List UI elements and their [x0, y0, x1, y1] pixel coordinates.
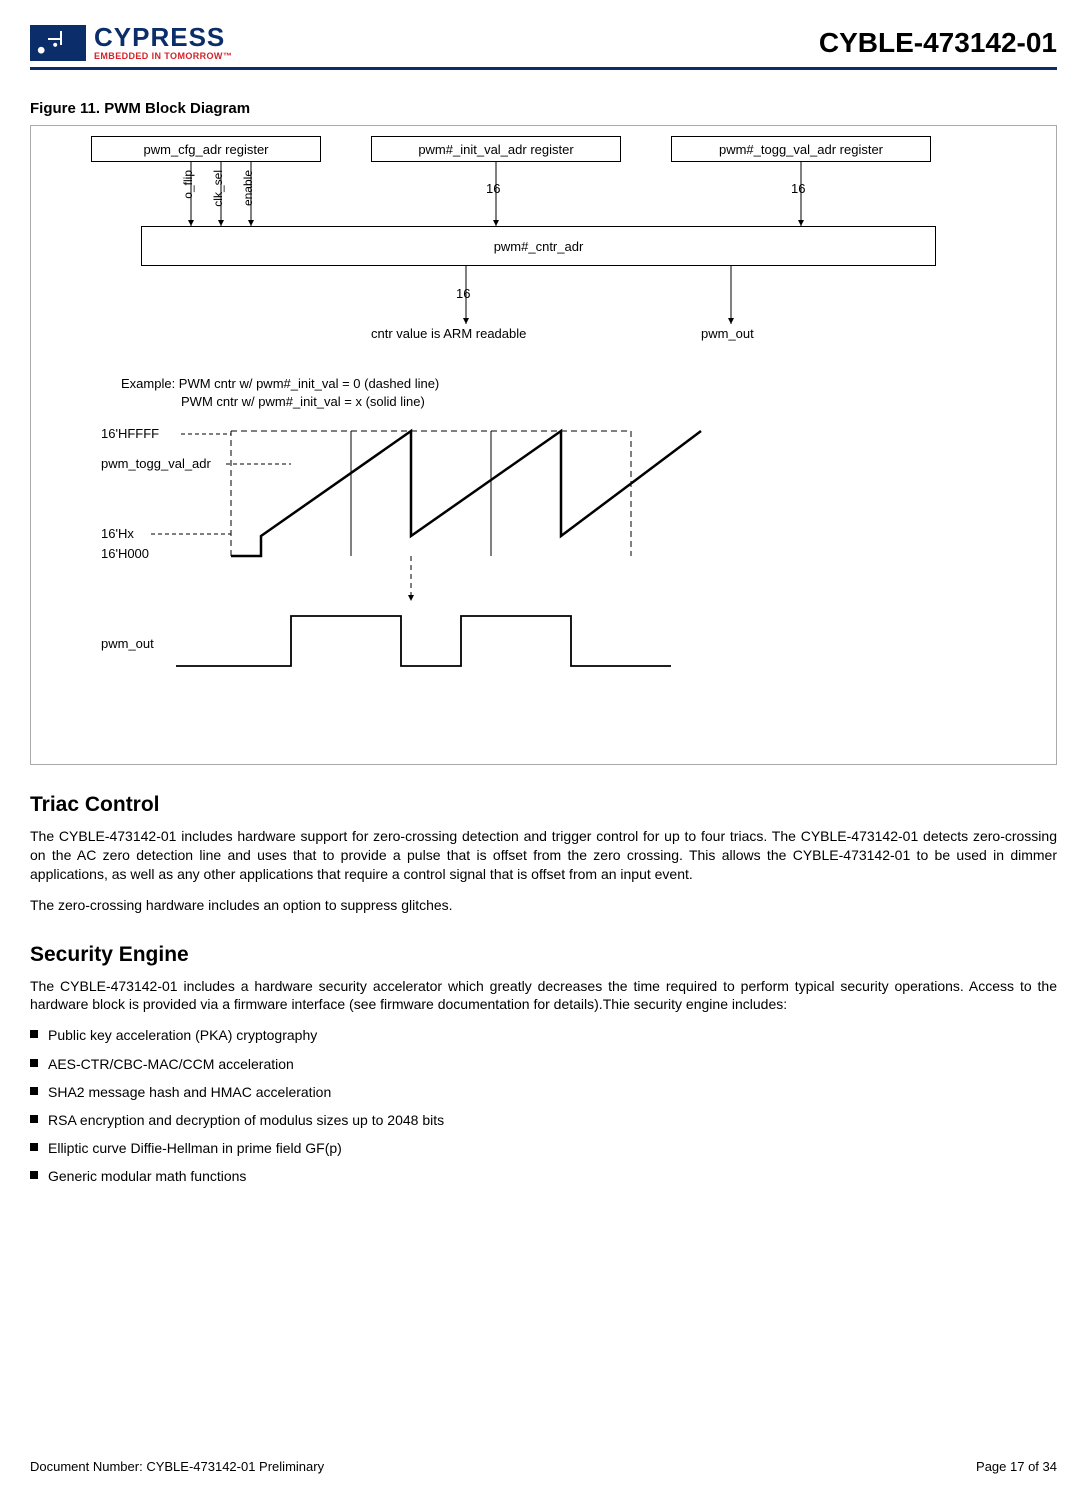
- list-item: SHA2 message hash and HMAC acceleration: [30, 1083, 1057, 1101]
- security-paragraph: The CYBLE-473142-01 includes a hardware …: [30, 977, 1057, 1015]
- list-item: Generic modular math functions: [30, 1167, 1057, 1185]
- content: Figure 11. PWM Block Diagram pwm_cfg_adr…: [30, 90, 1057, 1429]
- list-item: RSA encryption and decryption of modulus…: [30, 1111, 1057, 1129]
- part-number: CYBLE-473142-01: [819, 27, 1057, 59]
- diagram-svg: [31, 126, 1056, 764]
- page-header: CYPRESS EMBEDDED IN TOMORROW™ CYBLE-4731…: [30, 24, 1057, 67]
- triac-paragraph-2: The zero-crossing hardware includes an o…: [30, 896, 1057, 915]
- list-item: Public key acceleration (PKA) cryptograp…: [30, 1026, 1057, 1044]
- page-footer: Document Number: CYBLE-473142-01 Prelimi…: [30, 1429, 1057, 1474]
- heading-triac: Triac Control: [30, 793, 1057, 817]
- list-item: Elliptic curve Diffie-Hellman in prime f…: [30, 1139, 1057, 1157]
- page-number: Page 17 of 34: [976, 1459, 1057, 1474]
- logo-word: CYPRESS: [94, 24, 232, 50]
- triac-paragraph-1: The CYBLE-473142-01 includes hardware su…: [30, 827, 1057, 884]
- logo-tagline: EMBEDDED IN TOMORROW™: [94, 52, 232, 61]
- security-bullet-list: Public key acceleration (PKA) cryptograp…: [30, 1026, 1057, 1185]
- list-item: AES-CTR/CBC-MAC/CCM acceleration: [30, 1055, 1057, 1073]
- doc-number: Document Number: CYBLE-473142-01 Prelimi…: [30, 1459, 324, 1474]
- logo-icon: [30, 25, 86, 61]
- pwm-block-diagram: pwm_cfg_adr register pwm#_init_val_adr r…: [30, 125, 1057, 765]
- header-rule: [30, 67, 1057, 70]
- heading-security: Security Engine: [30, 943, 1057, 967]
- figure-caption: Figure 11. PWM Block Diagram: [30, 100, 1057, 117]
- logo: CYPRESS EMBEDDED IN TOMORROW™: [30, 24, 232, 61]
